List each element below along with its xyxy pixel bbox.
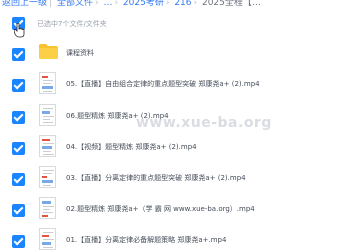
breadcrumb-item-all-files[interactable]: 全部文件 <box>57 0 93 8</box>
row-checkbox[interactable] <box>12 235 25 248</box>
watermark-text: www.xue-ba.org <box>136 115 272 131</box>
document-thumbnail-icon <box>39 104 56 126</box>
row-checkbox[interactable] <box>12 204 25 217</box>
row-checkbox[interactable] <box>12 111 25 124</box>
breadcrumb-item-ellipsis[interactable]: … <box>103 0 112 8</box>
document-thumbnail-icon <box>39 166 56 188</box>
breadcrumb-separator: › <box>193 0 198 8</box>
back-link[interactable]: 返回上一级 <box>2 0 47 8</box>
folder-icon <box>39 44 58 59</box>
row-checkbox[interactable] <box>12 48 25 61</box>
row-checkbox[interactable] <box>12 142 25 155</box>
breadcrumb-separator: › <box>94 0 99 8</box>
file-name[interactable]: 04.【视频】题型精炼 郑康尧a+ (2).mp4 <box>66 142 197 152</box>
breadcrumb-item-216[interactable]: 216 <box>174 0 191 8</box>
selection-status-text: 已选中7个文件/文件夹 <box>37 20 107 28</box>
file-name[interactable]: 01.【直播】分离定律必备解题策略 郑康尧a+.mp4 <box>66 235 226 245</box>
list-item[interactable]: 04.【视频】题型精炼 郑康尧a+ (2).mp4 <box>0 134 340 162</box>
breadcrumb-item-current: 2025全程【… <box>201 0 261 8</box>
file-name[interactable]: 课程资料 <box>66 48 94 58</box>
row-checkbox[interactable] <box>12 173 25 186</box>
breadcrumb-item-2025[interactable]: 2025考研 <box>123 0 164 8</box>
breadcrumb-separator: | <box>49 0 53 8</box>
document-thumbnail-icon <box>39 135 56 157</box>
document-thumbnail-icon <box>39 228 56 250</box>
breadcrumb: 返回上一级 | 全部文件 › … › 2025考研 › 216 › 2025全程【… <box>0 0 340 10</box>
list-item[interactable]: 01.【直播】分离定律必备解题策略 郑康尧a+.mp4 <box>0 227 340 252</box>
file-name[interactable]: 03.【直播】分离定律的重点题型突破 郑康尧a+ (2).mp4 <box>66 173 246 183</box>
list-item[interactable]: 03.【直播】分离定律的重点题型突破 郑康尧a+ (2).mp4 <box>0 165 340 193</box>
list-item[interactable]: 02.题型精炼 郑康尧a+（学 霸 网 www.xue-ba.org）.mp4 <box>0 196 340 224</box>
document-thumbnail-icon <box>39 72 56 94</box>
row-checkbox[interactable] <box>12 79 25 92</box>
list-item[interactable]: 05.【直播】自由组合定律的重点题型突破 郑康尧a+ (2).mp4 <box>0 71 340 99</box>
file-name[interactable]: 05.【直播】自由组合定律的重点题型突破 郑康尧a+ (2).mp4 <box>66 79 260 89</box>
breadcrumb-separator: › <box>114 0 119 8</box>
document-thumbnail-icon <box>39 197 56 219</box>
list-item[interactable]: 课程资料 <box>0 40 340 68</box>
selection-bar: 已选中7个文件/文件夹 <box>0 14 340 38</box>
breadcrumb-separator: › <box>165 0 170 8</box>
hand-cursor-icon <box>14 23 25 38</box>
file-name[interactable]: 02.题型精炼 郑康尧a+（学 霸 网 www.xue-ba.org）.mp4 <box>66 204 255 214</box>
